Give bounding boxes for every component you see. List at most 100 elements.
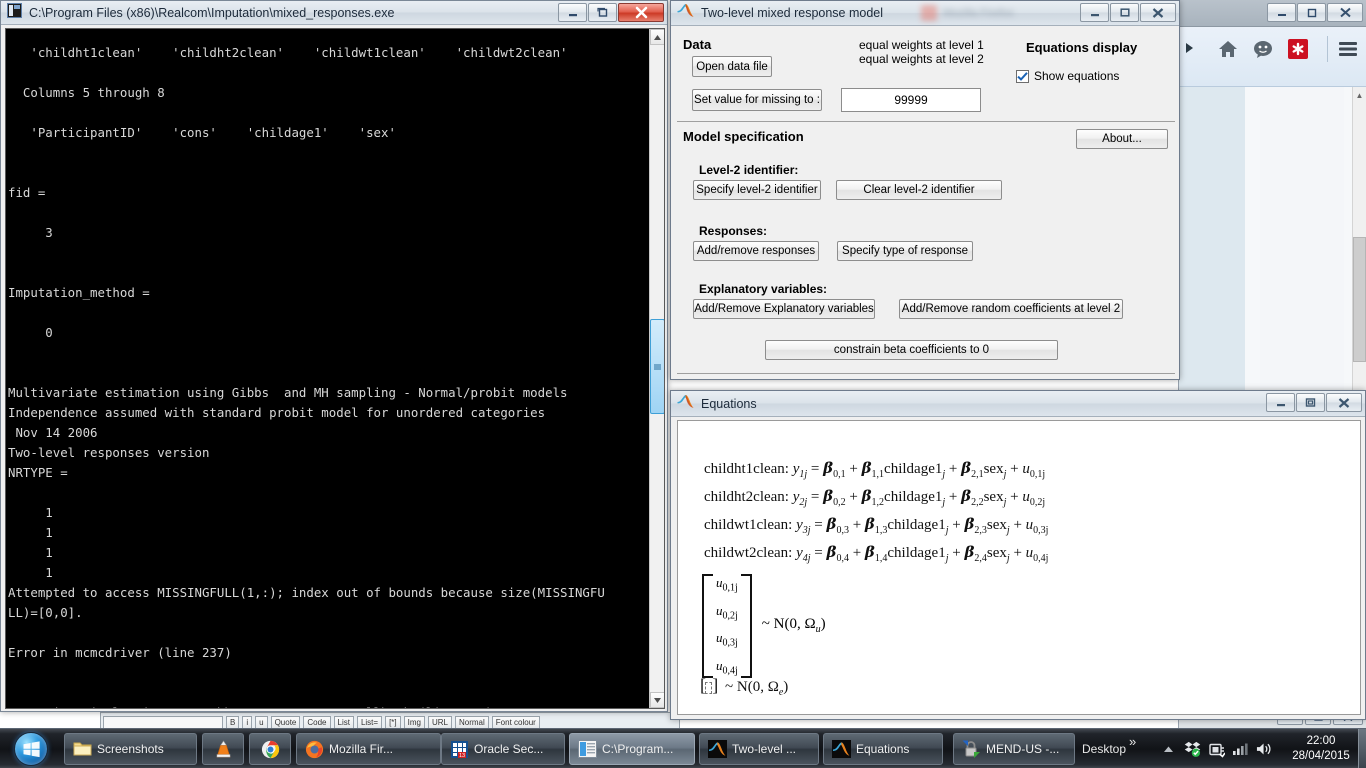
- forum-fontcolour-select[interactable]: Font colour: [492, 716, 540, 729]
- forum-quote-button[interactable]: Quote: [271, 716, 301, 729]
- show-hidden-icons-arrow[interactable]: [1160, 741, 1177, 758]
- firefox-icon: [305, 740, 323, 758]
- forum-bold-button[interactable]: B: [226, 716, 239, 729]
- minimize-button[interactable]: [1267, 3, 1296, 22]
- forum-listitem-button[interactable]: [*]: [385, 716, 401, 729]
- overflow-chevron-icon[interactable]: »: [1129, 734, 1136, 749]
- taskbar-item-vlc[interactable]: [202, 733, 244, 765]
- network-signal-icon[interactable]: [1232, 741, 1249, 758]
- scroll-up-arrow-icon[interactable]: [650, 29, 665, 45]
- dropbox-icon[interactable]: [1184, 741, 1201, 758]
- minimize-button[interactable]: [1080, 3, 1109, 22]
- volume-icon[interactable]: [1256, 741, 1273, 758]
- console-titlebar[interactable]: C:\Program Files (x86)\Realcom\Imputatio…: [1, 1, 667, 25]
- background-browser-navbar[interactable]: [1179, 27, 1366, 87]
- two-level-mixed-response-model-window[interactable]: Two-level mixed response model Mozilla F…: [670, 0, 1180, 380]
- set-missing-value-button[interactable]: Set value for missing to :: [692, 89, 822, 111]
- console-scrollbar-thumb[interactable]: [650, 319, 665, 414]
- forum-normal-select[interactable]: Normal: [455, 716, 489, 729]
- forum-editor-toolbar[interactable]: B i u Quote Code List List= [*] Img URL …: [103, 715, 680, 729]
- asterisk-badge-icon[interactable]: [1288, 39, 1308, 59]
- open-data-file-button[interactable]: Open data file: [692, 56, 772, 77]
- taskbar-item-two-level[interactable]: Two-level ...: [699, 733, 819, 765]
- equations-canvas[interactable]: childht1clean: y1j = β0,1 + β1,1childage…: [677, 420, 1361, 715]
- close-button[interactable]: [1140, 3, 1176, 22]
- taskbar-item-mozilla-firefox[interactable]: Mozilla Fir...: [296, 733, 441, 765]
- hamburger-menu-icon[interactable]: [1337, 40, 1359, 58]
- minimize-button[interactable]: [558, 3, 587, 22]
- equations-window[interactable]: Equations childht1clean: y1j = β0: [670, 390, 1366, 720]
- folder-icon: [73, 740, 91, 758]
- close-button[interactable]: [1327, 3, 1363, 22]
- clock[interactable]: 22:00 28/04/2015: [1280, 734, 1362, 764]
- eq2-x1: childage1: [884, 489, 942, 505]
- console-output-text: 'childht1clean' 'childht2clean' 'childwt…: [6, 41, 651, 709]
- specify-level2-identifier-button[interactable]: Specify level-2 identifier: [693, 180, 821, 200]
- equations-titlebar[interactable]: Equations: [671, 391, 1365, 417]
- forum-list-eq-button[interactable]: List=: [357, 716, 382, 729]
- start-button[interactable]: [4, 729, 58, 768]
- eq4-u-sub: 0,4j: [1033, 553, 1048, 564]
- forum-list-button[interactable]: List: [334, 716, 354, 729]
- show-equations-checkbox-row[interactable]: Show equations: [1016, 69, 1119, 83]
- specify-type-of-response-button[interactable]: Specify type of response: [837, 241, 973, 261]
- show-equations-checkbox[interactable]: [1016, 70, 1029, 83]
- clear-level2-identifier-button[interactable]: Clear level-2 identifier: [836, 180, 1002, 200]
- taskbar-item-oracle-secure[interactable]: 13 Oracle Sec...: [441, 733, 565, 765]
- scrollbar-thumb[interactable]: [1353, 237, 1366, 362]
- show-desktop-button[interactable]: [1358, 729, 1366, 768]
- taskbar-item-screenshots[interactable]: Screenshots: [64, 733, 197, 765]
- scroll-up-arrow-icon[interactable]: ▲: [1353, 89, 1366, 102]
- console-vertical-scrollbar[interactable]: [649, 29, 664, 708]
- eq4-x2: sex: [987, 545, 1007, 561]
- eq4-b0: 0,4: [836, 553, 849, 564]
- eq4-b2: 2,4: [974, 553, 987, 564]
- maximize-button[interactable]: [1297, 3, 1326, 22]
- matlab-titlebar[interactable]: Two-level mixed response model Mozilla F…: [671, 1, 1179, 26]
- minimize-button[interactable]: [1266, 393, 1295, 412]
- maximize-button[interactable]: [588, 3, 617, 22]
- eq2-x2: sex: [984, 489, 1004, 505]
- forum-img-button[interactable]: Img: [404, 716, 425, 729]
- equations-window-buttons[interactable]: [1266, 393, 1362, 412]
- forward-arrow-icon[interactable]: [1183, 39, 1197, 57]
- forum-font-select[interactable]: [103, 716, 223, 729]
- console-window-buttons[interactable]: [558, 3, 664, 22]
- console-window[interactable]: C:\Program Files (x86)\Realcom\Imputatio…: [0, 0, 668, 712]
- taskbar-item-desktop[interactable]: Desktop »: [1082, 733, 1166, 765]
- matlab-window-buttons[interactable]: [1080, 3, 1176, 22]
- forum-underline-button[interactable]: u: [255, 716, 267, 729]
- background-window-buttons[interactable]: [1267, 3, 1363, 22]
- taskbar-label-two-level: Two-level ...: [732, 742, 796, 756]
- matlab-icon: [708, 740, 726, 758]
- add-remove-explanatory-variables-button[interactable]: Add/Remove Explanatory variables: [693, 299, 875, 319]
- close-button[interactable]: [1326, 393, 1362, 412]
- taskbar-item-mend-us[interactable]: MEND-US -...: [953, 733, 1075, 765]
- forum-code-button[interactable]: Code: [303, 716, 330, 729]
- eq1-x1: childage1: [884, 461, 942, 477]
- scroll-down-arrow-icon[interactable]: [650, 692, 665, 708]
- home-icon[interactable]: [1217, 38, 1239, 60]
- equations-content: childht1clean: y1j = β0,1 + β1,1childage…: [680, 423, 1358, 712]
- forum-italic-button[interactable]: i: [242, 716, 252, 729]
- add-remove-random-coefficients-button[interactable]: Add/Remove random coefficients at level …: [899, 299, 1123, 319]
- taskbar-item-console[interactable]: C:\Program...: [569, 733, 695, 765]
- add-remove-responses-button[interactable]: Add/remove responses: [693, 241, 819, 261]
- close-button[interactable]: [618, 3, 664, 22]
- background-window-titlebar[interactable]: [1179, 0, 1366, 27]
- windows-start-orb-icon[interactable]: [14, 732, 48, 766]
- safely-remove-hardware-icon[interactable]: [1208, 741, 1225, 758]
- system-tray[interactable]: 22:00 28/04/2015: [1160, 729, 1366, 768]
- taskbar-item-equations[interactable]: Equations: [823, 733, 943, 765]
- about-button[interactable]: About...: [1076, 129, 1168, 149]
- taskbar-item-chrome[interactable]: [249, 733, 291, 765]
- forum-url-button[interactable]: URL: [428, 716, 452, 729]
- model-specification-title: Model specification: [683, 129, 804, 144]
- maximize-button[interactable]: [1110, 3, 1139, 22]
- missing-value-input[interactable]: 99999: [841, 88, 981, 112]
- constrain-beta-coefficients-button[interactable]: constrain beta coefficients to 0: [765, 340, 1058, 360]
- maximize-button[interactable]: [1296, 393, 1325, 412]
- chat-bubble-icon[interactable]: [1252, 38, 1274, 60]
- windows-taskbar[interactable]: Screenshots: [0, 728, 1366, 768]
- console-output-area[interactable]: 'childht1clean' 'childht2clean' 'childwt…: [5, 28, 665, 709]
